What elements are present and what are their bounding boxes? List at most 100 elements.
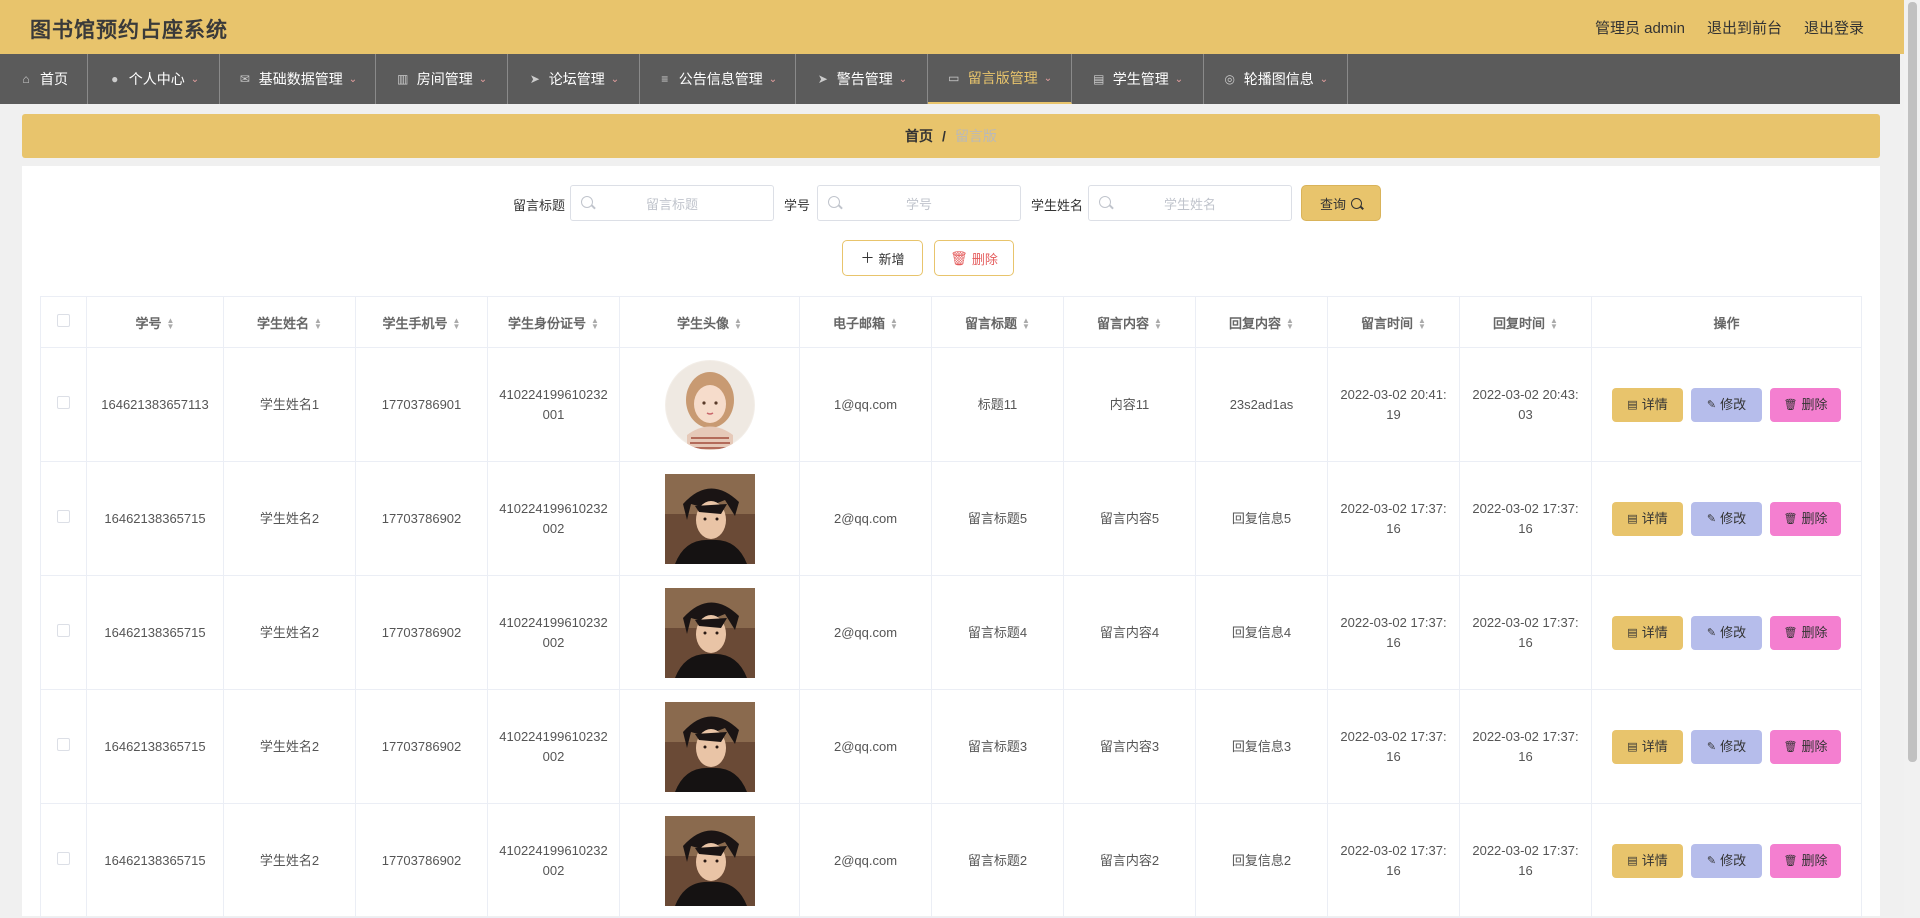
girl-avatar-image xyxy=(665,360,754,450)
row-checkbox[interactable] xyxy=(57,737,70,751)
edit-button[interactable]: ✎ 修改 xyxy=(1691,729,1762,764)
scrollbar-thumb[interactable] xyxy=(1908,2,1917,762)
sort-icon[interactable]: ▲ ▼ xyxy=(167,317,175,331)
sort-icon[interactable]: ▲ ▼ xyxy=(453,317,461,331)
cell-reply-time: 2022-03-02 17:37:16 xyxy=(1459,575,1592,690)
add-button[interactable]: ＋新增 xyxy=(842,240,923,276)
row-checkbox[interactable] xyxy=(57,623,70,637)
cell-email: 2@qq.com xyxy=(799,689,932,804)
title-search-input[interactable]: 留言标题 xyxy=(570,185,774,221)
student-no-search-input[interactable]: 学号 xyxy=(817,185,1021,221)
detail-button[interactable]: ▤ 详情 xyxy=(1612,615,1683,650)
nav-item-student[interactable]: ▤ 学生管理 ⌄ xyxy=(1072,54,1204,104)
nav-item-base-data[interactable]: ✉ 基础数据管理 ⌄ xyxy=(220,54,376,104)
breadcrumb-separator: / xyxy=(942,128,946,144)
cell-title: 留言标题2 xyxy=(931,803,1064,918)
row-checkbox[interactable] xyxy=(57,395,70,409)
nav-item-home[interactable]: ⌂ 首页 xyxy=(0,54,88,104)
column-header[interactable]: 学生手机号 ▲ ▼ xyxy=(355,296,488,348)
cell-reply-time: 2022-03-02 17:37:16 xyxy=(1459,461,1592,576)
edit-button[interactable]: ✎ 修改 xyxy=(1691,501,1762,536)
trash-icon: 🗑 xyxy=(1783,512,1798,525)
cell-text: 留言内容3 xyxy=(1099,738,1160,754)
column-header[interactable]: 留言时间 ▲ ▼ xyxy=(1327,296,1460,348)
nav-item-personal[interactable]: ● 个人中心 ⌄ xyxy=(88,54,220,104)
column-header[interactable]: 回复内容 ▲ ▼ xyxy=(1195,296,1328,348)
sort-icon[interactable]: ▲ ▼ xyxy=(1550,317,1558,331)
home-icon: ⌂ xyxy=(22,72,30,86)
detail-button[interactable]: ▤ 详情 xyxy=(1612,843,1683,878)
column-header[interactable]: 学生身份证号 ▲ ▼ xyxy=(487,296,620,348)
title-label: 留言标题 xyxy=(513,198,566,213)
column-header[interactable]: 学号 ▲ ▼ xyxy=(86,296,224,348)
top-links: 管理员 admin 退出到前台 退出登录 xyxy=(1595,17,1864,38)
send-icon: ➤ xyxy=(817,72,828,86)
nav-item-notice[interactable]: ≡ 公告信息管理 ⌄ xyxy=(640,54,796,104)
column-header[interactable]: 回复时间 ▲ ▼ xyxy=(1459,296,1592,348)
column-label: 学生手机号 xyxy=(382,315,448,331)
edit-button[interactable]: ✎ 修改 xyxy=(1691,387,1762,422)
select-all-checkbox[interactable] xyxy=(57,314,70,327)
column-header[interactable]: 留言内容 ▲ ▼ xyxy=(1063,296,1196,348)
batch-delete-button[interactable]: 🗑 删除 xyxy=(934,240,1014,276)
logout-link[interactable]: 退出登录 xyxy=(1804,17,1864,38)
sort-icon[interactable]: ▲ ▼ xyxy=(890,317,898,331)
cell-text: 2@qq.com xyxy=(833,852,898,868)
cell-text: 学生姓名2 xyxy=(259,852,320,868)
sort-icon[interactable]: ▲ ▼ xyxy=(314,317,322,331)
cell-text: 学生姓名1 xyxy=(259,396,320,412)
cell-text: 学生姓名2 xyxy=(259,624,320,640)
row-actions-cell: ▤ 详情 ✎ 修改 🗑 删除 xyxy=(1591,803,1862,918)
delete-button[interactable]: 🗑 删除 xyxy=(1770,843,1841,878)
edit-label: 修改 xyxy=(1720,396,1747,412)
detail-button[interactable]: ▤ 详情 xyxy=(1612,729,1683,764)
nav-item-room[interactable]: ▥ 房间管理 ⌄ xyxy=(376,54,508,104)
cell-id-card: 410224199610232002 xyxy=(487,689,620,804)
column-label: 回复时间 xyxy=(1493,315,1546,331)
row-checkbox[interactable] xyxy=(57,851,70,865)
chevron-down-icon: ⌄ xyxy=(478,73,488,85)
column-header[interactable]: 电子邮箱 ▲ ▼ xyxy=(799,296,932,348)
cell-text: 17703786902 xyxy=(381,738,462,754)
row-checkbox[interactable] xyxy=(57,509,70,523)
edit-button[interactable]: ✎ 修改 xyxy=(1691,615,1762,650)
delete-button[interactable]: 🗑 删除 xyxy=(1770,615,1841,650)
cell-id-card: 410224199610232001 xyxy=(487,347,620,462)
sort-icon[interactable]: ▲ ▼ xyxy=(734,317,742,331)
delete-button[interactable]: 🗑 删除 xyxy=(1770,501,1841,536)
chart-icon: ▥ xyxy=(397,72,409,86)
sort-icon[interactable]: ▲ ▼ xyxy=(1022,317,1030,331)
edit-icon: ✎ xyxy=(1706,740,1717,753)
boy-avatar-image xyxy=(664,815,755,906)
detail-button[interactable]: ▤ 详情 xyxy=(1612,387,1683,422)
boy-avatar-image xyxy=(664,701,755,792)
nav-item-message-board[interactable]: ▭ 留言版管理 ⌄ xyxy=(928,54,1072,104)
edit-label: 修改 xyxy=(1720,738,1747,754)
sort-icon[interactable]: ▲ ▼ xyxy=(1418,317,1426,331)
vertical-scrollbar[interactable] xyxy=(1904,0,1920,916)
nav-item-warning[interactable]: ➤ 警告管理 ⌄ xyxy=(796,54,928,104)
sort-icon[interactable]: ▲ ▼ xyxy=(1154,317,1162,331)
cell-content: 留言内容4 xyxy=(1063,575,1196,690)
query-button[interactable]: 查询 xyxy=(1301,185,1381,221)
cell-text: 16462138365715 xyxy=(104,852,206,868)
column-header[interactable]: 学生头像 ▲ ▼ xyxy=(619,296,800,348)
nav-label: 论坛管理 xyxy=(548,71,605,87)
edit-button[interactable]: ✎ 修改 xyxy=(1691,843,1762,878)
trash-icon: 🗑 xyxy=(1783,854,1798,867)
delete-button[interactable]: 🗑 删除 xyxy=(1770,387,1841,422)
sort-icon[interactable]: ▲ ▼ xyxy=(591,317,599,331)
nav-item-forum[interactable]: ➤ 论坛管理 ⌄ xyxy=(508,54,640,104)
student-name-search-input[interactable]: 学生姓名 xyxy=(1088,185,1292,221)
delete-button[interactable]: 🗑 删除 xyxy=(1770,729,1841,764)
cell-title: 留言标题4 xyxy=(931,575,1064,690)
column-header[interactable]: 留言标题 ▲ ▼ xyxy=(931,296,1064,348)
nav-item-carousel[interactable]: ◎ 轮播图信息 ⌄ xyxy=(1204,54,1348,104)
back-to-front-link[interactable]: 退出到前台 xyxy=(1707,17,1782,38)
sort-icon[interactable]: ▲ ▼ xyxy=(1286,317,1294,331)
row-select-cell xyxy=(40,803,87,918)
breadcrumb-home[interactable]: 首页 xyxy=(905,126,933,146)
column-header[interactable]: 学生姓名 ▲ ▼ xyxy=(223,296,356,348)
detail-button[interactable]: ▤ 详情 xyxy=(1612,501,1683,536)
query-label: 查询 xyxy=(1319,196,1346,212)
